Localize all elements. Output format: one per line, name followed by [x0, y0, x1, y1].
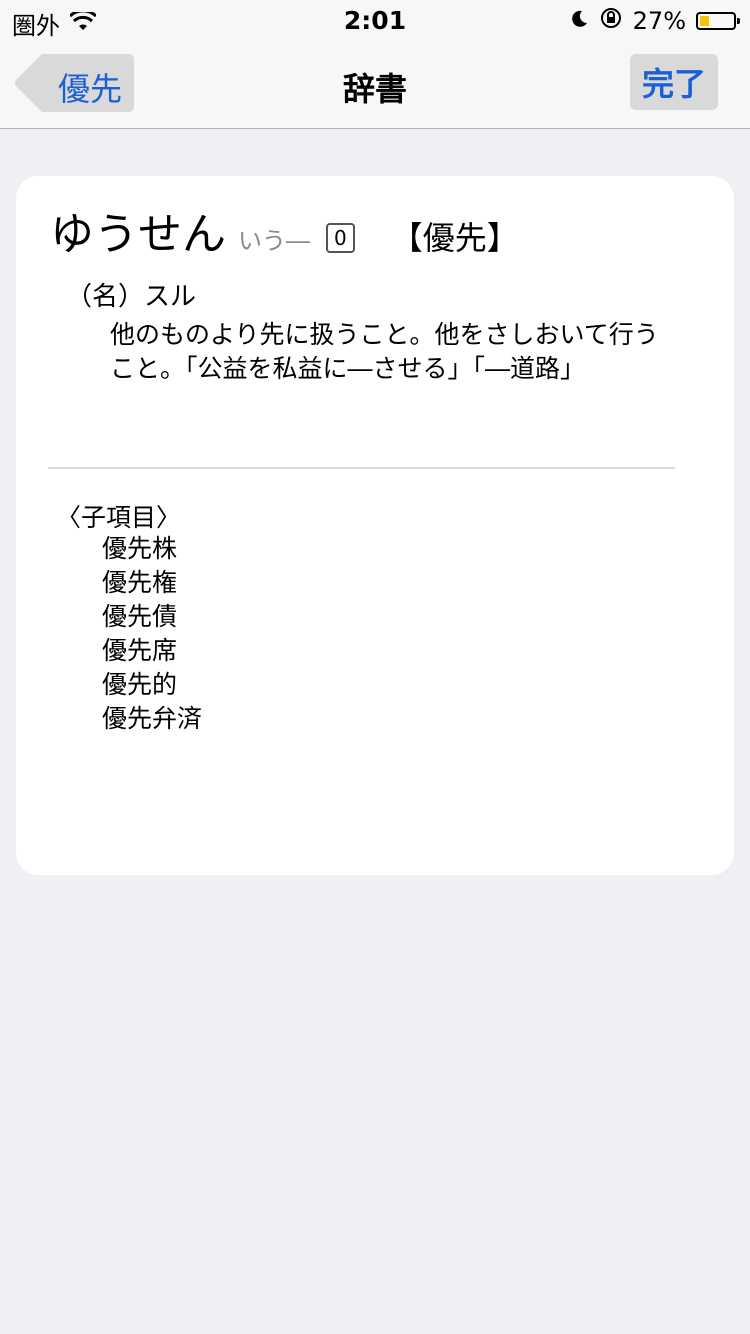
definition-text: 他のものより先に扱うこと。他をさしおいて行うこと。「公益を私益に―させる」「―道…: [110, 320, 659, 383]
battery-icon: [696, 12, 740, 30]
sub-item[interactable]: 優先株: [102, 532, 202, 566]
sub-item[interactable]: 優先席: [102, 634, 202, 668]
dictionary-card: ゆうせん いう― 0 【優先】 （名）スル 他のものより先に扱うこと。他をさしお…: [16, 176, 734, 875]
accent-badge: 0: [326, 223, 355, 253]
sub-item[interactable]: 優先債: [102, 600, 202, 634]
status-right: 27%: [569, 6, 740, 36]
headword: ゆうせん: [50, 209, 226, 260]
kanji-notation: 【優先】: [390, 219, 519, 257]
divider: [48, 467, 675, 469]
sub-item[interactable]: 優先的: [102, 668, 202, 702]
sub-item[interactable]: 優先弁済: [102, 702, 202, 736]
sub-items-list: 優先株 優先権 優先債 優先席 優先的 優先弁済: [102, 532, 202, 736]
battery-percent: 27%: [632, 7, 686, 35]
moon-icon: [569, 7, 589, 35]
battery-tip: [737, 18, 740, 24]
orientation-lock-icon: [599, 6, 623, 36]
headword-row: ゆうせん いう― 0 【優先】: [50, 198, 519, 262]
status-bar: 圏外 2:01 27%: [0, 0, 750, 40]
sub-items-heading: 〈子項目〉: [56, 503, 182, 532]
reading-note: いう―: [238, 227, 310, 255]
sub-item[interactable]: 優先権: [102, 566, 202, 600]
part-of-speech: （名）スル: [66, 282, 197, 312]
done-button[interactable]: 完了: [630, 54, 718, 110]
navigation-bar: 優先 辞書 完了: [0, 40, 750, 129]
battery-fill: [700, 16, 709, 26]
